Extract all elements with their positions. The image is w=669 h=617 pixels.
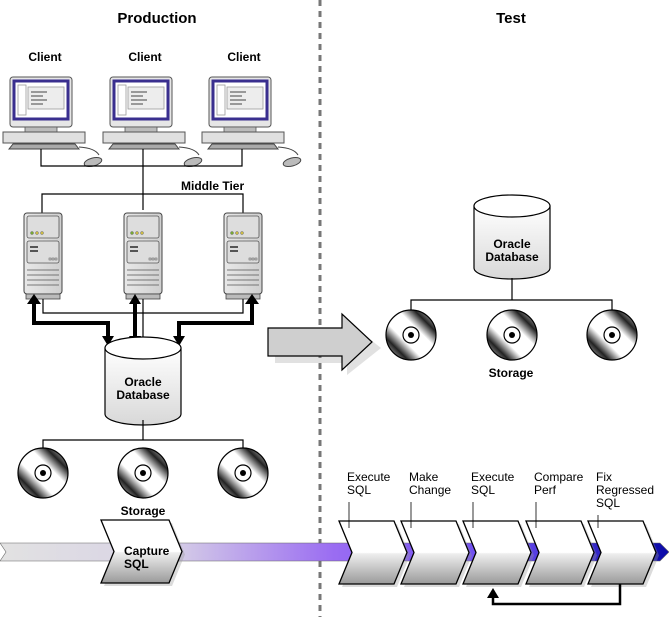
screen-text-line xyxy=(31,99,47,101)
server-foot xyxy=(125,293,161,300)
server-led xyxy=(135,231,139,235)
server-slot xyxy=(130,250,138,252)
monitor-stand xyxy=(223,126,257,133)
data-flow-arrow-left xyxy=(32,300,110,340)
client-computer-icon xyxy=(102,76,203,168)
server-bay-top xyxy=(126,215,160,239)
server-bay-top xyxy=(26,215,60,239)
screen-sidebar xyxy=(17,84,27,116)
step-label: Execute SQL xyxy=(347,470,391,497)
disk-spindle xyxy=(408,332,414,338)
server-led xyxy=(240,231,244,235)
cylinder-top xyxy=(104,336,182,360)
mouse-cable xyxy=(78,146,100,156)
production-storage-label: Storage xyxy=(120,504,166,518)
server-led xyxy=(235,231,239,235)
screen-text-line xyxy=(230,91,246,93)
app-server-icon xyxy=(23,212,63,300)
mouse-cable xyxy=(178,146,200,156)
computer-base xyxy=(102,131,186,144)
test-database-label: Oracle Database xyxy=(485,238,538,264)
feedback-loop-arrow-head xyxy=(487,588,499,598)
screen-text-line xyxy=(230,99,246,101)
storage-disk-icon xyxy=(586,309,638,361)
server-led xyxy=(230,231,234,235)
server-led xyxy=(130,231,134,235)
step-label: Make Change xyxy=(409,470,452,497)
keyboard xyxy=(7,143,81,150)
mouse xyxy=(282,156,302,168)
server-led xyxy=(40,231,44,235)
client-label: Client xyxy=(128,50,162,64)
server-slot xyxy=(130,246,138,248)
client-label: Client xyxy=(28,50,62,64)
disk-spindle xyxy=(609,332,615,338)
production-database-label: Oracle Database xyxy=(116,376,169,402)
storage-disk-icon xyxy=(17,447,69,499)
monitor-stand xyxy=(24,126,58,133)
keyboard xyxy=(206,143,280,150)
section-title-test: Test xyxy=(496,10,526,27)
disk-spindle xyxy=(240,470,246,476)
server-led xyxy=(30,231,34,235)
screen-text-line xyxy=(31,95,43,97)
monitor-stand xyxy=(124,126,158,133)
screen-text-line xyxy=(230,103,242,105)
server-slot xyxy=(230,250,238,252)
server-slot xyxy=(30,250,38,252)
storage-disk-icon xyxy=(117,447,169,499)
keyboard xyxy=(107,143,181,150)
test-storage-label: Storage xyxy=(488,366,534,380)
app-server-icon xyxy=(223,212,263,300)
section-title-production: Production xyxy=(117,10,197,27)
storage-disk-icon xyxy=(486,309,538,361)
mouse-cable xyxy=(277,146,299,156)
screen-text-line xyxy=(230,95,242,97)
client-label: Client xyxy=(227,50,261,64)
test-storage-line xyxy=(410,278,613,312)
capture-sql-label: Capture SQL xyxy=(124,544,170,571)
step-label: Compare Perf xyxy=(534,470,584,497)
diagram-canvas: Production Test Client Client Client Mid… xyxy=(0,0,669,617)
screen-window xyxy=(27,86,65,110)
screen-text-line xyxy=(131,95,143,97)
server-led xyxy=(35,231,39,235)
screen-window xyxy=(226,86,264,110)
server-bay-top xyxy=(226,215,260,239)
computer-base xyxy=(201,131,285,144)
data-flow-arrow-right xyxy=(177,300,254,340)
screen-text-line xyxy=(31,103,43,105)
database-label-line2: Database xyxy=(116,388,170,402)
storage-disk-icon xyxy=(217,447,269,499)
step-label: Execute SQL xyxy=(471,470,515,497)
server-led xyxy=(140,231,144,235)
server-slot xyxy=(230,246,238,248)
storage-disk-icon xyxy=(385,309,437,361)
database-label-line2: Database xyxy=(485,250,539,264)
screen-text-line xyxy=(131,91,147,93)
screen-text-line xyxy=(131,99,147,101)
server-slot xyxy=(30,246,38,248)
cylinder-top xyxy=(473,194,551,218)
screen-text-line xyxy=(131,103,143,105)
step-label: Fix Regressed SQL xyxy=(596,470,655,510)
client-computer-icon xyxy=(2,76,103,168)
computer-base xyxy=(2,131,86,144)
middle-tier-label: Middle Tier xyxy=(181,179,245,193)
app-server-icon xyxy=(123,212,163,300)
screen-sidebar xyxy=(117,84,127,116)
screen-window xyxy=(127,86,165,110)
diagram-graphics xyxy=(0,0,669,617)
client-computer-icon xyxy=(201,76,302,168)
disk-spindle xyxy=(509,332,515,338)
screen-sidebar xyxy=(216,84,226,116)
screen-text-line xyxy=(31,91,47,93)
disk-spindle xyxy=(140,470,146,476)
disk-spindle xyxy=(40,470,46,476)
